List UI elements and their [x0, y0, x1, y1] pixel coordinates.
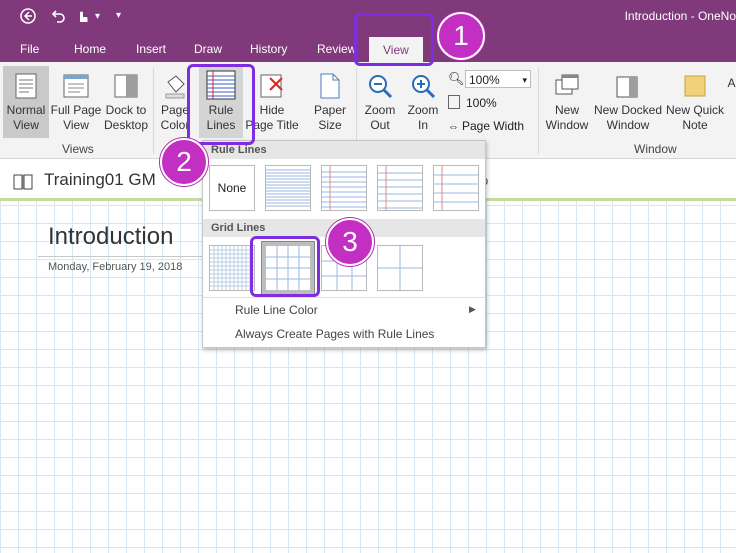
submenu-arrow-icon: ▶	[469, 304, 476, 314]
rule-option-standard[interactable]	[377, 165, 423, 211]
page-width-icon: ⇔	[448, 121, 459, 133]
tab-file[interactable]: File	[20, 42, 39, 56]
zoom-out-label-2: Out	[370, 118, 390, 132]
new-window-button[interactable]: New Window	[542, 66, 592, 138]
dock-to-desktop-label-1: Dock to	[105, 103, 147, 117]
zoom-out-label-1: Zoom	[364, 103, 396, 117]
magnifier-icon: 🔍︎	[448, 71, 465, 86]
notebook-name[interactable]: Training01 GM	[44, 170, 156, 190]
undo-icon[interactable]	[50, 8, 66, 27]
always-create-label: Always Create Pages with Rule Lines	[235, 327, 435, 341]
normal-view-icon	[14, 72, 38, 100]
rule-option-narrow[interactable]	[265, 165, 311, 211]
full-page-view-label-2: View	[63, 118, 89, 132]
title-underline	[38, 256, 204, 257]
always-create-rule-lines-item[interactable]: Always Create Pages with Rule Lines	[235, 327, 434, 341]
tab-review[interactable]: Review	[317, 42, 356, 56]
paper-size-icon	[318, 72, 342, 100]
notebook-icon[interactable]	[12, 172, 34, 195]
truncated-ribbon-button[interactable]: A	[727, 76, 736, 138]
tab-insert[interactable]: Insert	[136, 42, 166, 56]
views-group-label: Views	[62, 142, 94, 156]
touch-mode-icon[interactable]	[74, 8, 90, 27]
college-rule-icon	[322, 166, 366, 210]
zoom-100-label: 100%	[466, 96, 497, 110]
new-window-label-1: New	[554, 103, 579, 117]
grid-option-xlarge[interactable]	[377, 245, 423, 291]
quick-note-icon	[681, 72, 709, 100]
rule-option-none[interactable]: None	[209, 165, 255, 211]
paper-size-label-1: Paper	[313, 103, 347, 117]
full-page-view-button[interactable]: Full Page View	[50, 66, 102, 138]
new-quick-note-label-2: Note	[682, 118, 708, 132]
new-quick-note-label-1: New Quick	[665, 103, 724, 117]
zoom-in-button[interactable]: Zoom In	[403, 66, 443, 138]
window-title: Introduction - OneNo	[624, 9, 736, 23]
customize-toolbar-icon[interactable]: ▾	[116, 10, 121, 21]
dock-to-desktop-label-2: Desktop	[103, 118, 149, 132]
tab-home[interactable]: Home	[74, 42, 106, 56]
docked-window-icon	[614, 72, 642, 100]
new-window-label-2: Window	[545, 118, 589, 132]
normal-view-label-1: Normal	[6, 103, 46, 117]
narrow-rule-icon	[266, 169, 310, 207]
rule-lines-highlight	[187, 64, 255, 145]
zoom-100-button[interactable]: 100%	[448, 95, 497, 110]
new-docked-window-label-1: New Docked	[593, 103, 663, 117]
back-icon[interactable]	[20, 8, 36, 27]
page-icon	[448, 95, 460, 109]
rule-option-college[interactable]	[321, 165, 367, 211]
zoom-out-button[interactable]: Zoom Out	[360, 66, 400, 138]
zoom-in-label-2: In	[417, 118, 428, 132]
group-separator	[153, 68, 154, 154]
zoom-combobox[interactable]: 100% ▾	[465, 70, 531, 88]
menu-divider	[203, 297, 485, 298]
new-docked-window-label-2: Window	[606, 118, 650, 132]
rule-line-color-item[interactable]: Rule Line Color	[235, 303, 318, 317]
callout-badge-2: 2	[160, 138, 208, 186]
paper-size-button[interactable]: Paper Size	[307, 66, 353, 138]
page-title[interactable]: Introduction	[48, 223, 173, 251]
rule-option-wide[interactable]	[433, 165, 479, 211]
full-page-view-label-1: Full Page	[50, 103, 102, 117]
group-separator	[538, 68, 539, 154]
new-quick-note-button[interactable]: New Quick Note	[664, 66, 726, 138]
hide-title-icon	[258, 72, 286, 100]
normal-view-label-2: View	[13, 118, 39, 132]
callout-badge-3: 3	[326, 218, 374, 266]
chevron-down-icon: ▾	[522, 75, 527, 85]
paper-size-label-2: Size	[318, 118, 342, 132]
dock-to-desktop-icon	[112, 72, 140, 100]
zoom-value: 100%	[469, 73, 500, 87]
rule-line-color-label: Rule Line Color	[235, 303, 318, 317]
view-tab-highlight	[354, 13, 434, 66]
none-label: None	[217, 181, 247, 195]
zoom-out-icon	[366, 72, 394, 100]
grid-option-small[interactable]	[209, 245, 255, 291]
wide-rule-icon	[434, 166, 478, 210]
new-docked-window-button[interactable]: New Docked Window	[593, 66, 663, 138]
zoom-in-icon	[409, 72, 437, 100]
page-date: Monday, February 19, 2018	[48, 261, 183, 273]
page-width-label: Page Width	[462, 119, 525, 133]
dock-to-desktop-button[interactable]: Dock to Desktop	[102, 66, 150, 138]
callout-badge-1: 1	[437, 12, 485, 60]
page-width-button[interactable]: ⇔ Page Width	[448, 119, 524, 133]
new-window-icon	[553, 72, 581, 100]
window-group-label: Window	[634, 142, 677, 156]
standard-rule-icon	[378, 166, 422, 210]
full-page-view-icon	[62, 72, 90, 100]
tab-draw[interactable]: Draw	[194, 42, 222, 56]
small-grid-icon	[210, 246, 254, 290]
xlarge-grid-icon	[378, 246, 422, 290]
chevron-down-icon[interactable]: ▾	[95, 11, 100, 22]
zoom-in-label-1: Zoom	[407, 103, 439, 117]
grid-option-highlight	[250, 236, 320, 297]
paint-bucket-icon	[162, 72, 188, 100]
normal-view-button[interactable]: Normal View	[3, 66, 49, 138]
tab-history[interactable]: History	[250, 42, 287, 56]
